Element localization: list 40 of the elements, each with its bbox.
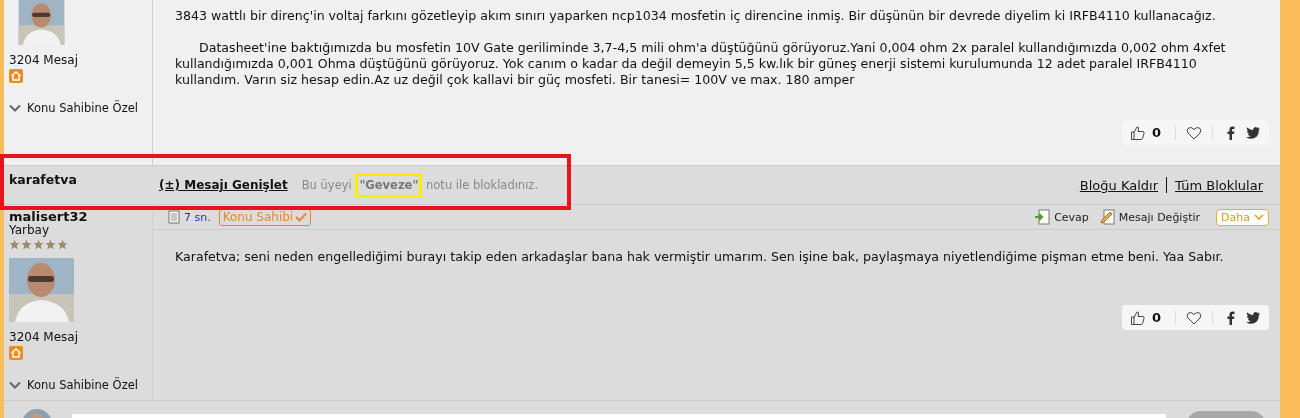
block-action-link[interactable]: Bloğu Kaldır [1079,177,1158,193]
username: karafetva [8,171,78,189]
expand-link[interactable]: (±) Mesajı Genişlet [159,178,288,192]
star-icon [33,239,44,250]
home-icon [9,69,23,83]
user-rank: Yarbay [9,224,50,237]
owner-menu-link[interactable]: Konu Sahibine Özel [27,378,138,392]
post-text: 3843 wattlı bir direnç'in voltaj farkını gözetleyip akım sınırı yaparken ncp1034 mosfetin iç direncine inmiş. Bir düşünün bir devrede diyelim ki IRFB4110 kullanacağız. [175,8,1217,24]
reply-icon[interactable] [1034,209,1051,225]
username[interactable]: malisert32 [9,209,88,224]
message-count: 3204 Mesaj [9,330,79,344]
pencil-icon[interactable] [1098,209,1115,225]
star-icon [21,239,32,250]
home-icon [9,346,23,360]
star-icon [9,239,20,250]
thumbs-up-icon[interactable] [1129,124,1146,141]
chevron-down-icon [1254,214,1264,220]
twitter-icon[interactable] [1245,309,1261,326]
thumbs-up-icon[interactable] [1129,309,1146,326]
document-icon [168,210,180,224]
post-text: Datasheet'ine baktığımızda bu mosfetin 10V Gate geriliminde 3,7-4,5 mili ohm'a düştüğünü görüyoruz.Yani 0,004 ohm 2x paralel kullandığımızda 0,002 ohm 4xfet kullandığımızda 0,001 Ohma düştüğünü görüyoruz. Yok canım o kadar da değil demeyin 5,5 kw.lık bir güneş enerji sistemi kurulumunda 12 adet paralel IRFB4110 kullandım. Varın siz hesap edin.Az uz değil çok kallavi bir güç mosfeti. Bir tanesi= 100V ve max. 180 amper [175,40,1227,88]
star-icon [45,239,56,250]
badge-label: Konu Sahibi [222,210,294,224]
checkmark-icon [295,212,308,222]
heart-icon[interactable] [1186,309,1202,326]
post-text: Karafetva; seni neden engellediğimi burayı takip eden arkadaşlar bana hak vermiştir umarım. Sen işine bak, paylaşmaya niyetlendiğime pişman etme beni. Yaa Sabır. [175,249,1225,265]
post-time[interactable]: 7 sn. [184,210,211,224]
message-count: 3204 Mesaj [9,53,79,67]
chevron-down-icon[interactable] [9,381,21,389]
owner-menu-link[interactable]: Konu Sahibine Özel [27,101,138,115]
block-action-link[interactable]: Tüm Bloklular [1175,177,1263,193]
chevron-down-icon[interactable] [9,104,21,112]
heart-icon[interactable] [1186,124,1202,141]
star-icon [57,239,68,250]
block-notice: Bu üyeyi "Geveze" notu ile blokladınız. [301,172,539,198]
like-count: 0 [1151,310,1161,325]
edit-message-link[interactable]: Mesajı Değiştir [1118,210,1201,224]
reply-link[interactable]: Cevap [1054,210,1089,224]
twitter-icon[interactable] [1245,124,1261,141]
like-count: 0 [1151,125,1161,140]
